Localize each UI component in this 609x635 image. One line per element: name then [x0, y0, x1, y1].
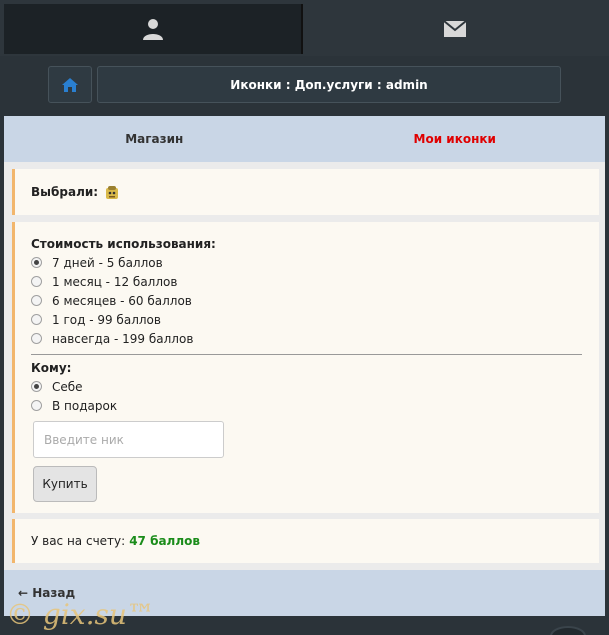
radio-button[interactable]	[31, 314, 42, 325]
purchase-form: Стоимость использования: 7 дней - 5 балл…	[12, 222, 599, 513]
account-block: У вас на счету: 47 баллов	[12, 519, 599, 563]
radio-button[interactable]	[31, 257, 42, 268]
nick-input[interactable]	[33, 421, 224, 458]
scroll-top-button[interactable]	[550, 626, 586, 635]
radio-button[interactable]	[31, 276, 42, 287]
header-bar: Иконки : Доп.услуги : admin	[0, 56, 609, 116]
home-button[interactable]	[48, 66, 92, 103]
radio-button[interactable]	[31, 295, 42, 306]
recipient-option-self[interactable]: Себе	[31, 377, 599, 396]
home-icon	[62, 77, 78, 92]
top-tabs	[0, 0, 609, 56]
subnav-shop[interactable]: Магазин	[4, 116, 305, 162]
cost-option-7-days[interactable]: 7 дней - 5 баллов	[31, 253, 599, 272]
divider	[31, 354, 582, 355]
user-icon	[142, 19, 163, 40]
recipient-option-gift[interactable]: В подарок	[31, 396, 599, 415]
cost-option-1-year[interactable]: 1 год - 99 баллов	[31, 310, 599, 329]
subnav-my-icons[interactable]: Мои иконки	[305, 116, 606, 162]
chosen-icon	[106, 186, 119, 199]
page-title: Иконки : Доп.услуги : admin	[97, 66, 561, 103]
account-balance: 47 баллов	[129, 534, 200, 548]
cost-option-6-months[interactable]: 6 месяцев - 60 баллов	[31, 291, 599, 310]
tab-profile[interactable]	[4, 4, 303, 54]
tab-messages[interactable]	[305, 4, 605, 54]
buy-button[interactable]: Купить	[33, 466, 97, 502]
mail-icon	[443, 20, 467, 37]
cost-options: 7 дней - 5 баллов 1 месяц - 12 баллов 6 …	[31, 253, 599, 348]
subnav: Магазин Мои иконки	[4, 116, 605, 162]
recipient-label: Кому:	[31, 361, 72, 375]
chosen-block: Выбрали:	[12, 169, 599, 215]
cost-option-1-month[interactable]: 1 месяц - 12 баллов	[31, 272, 599, 291]
account-label: У вас на счету:	[31, 534, 126, 548]
chosen-label: Выбрали:	[31, 185, 99, 199]
main-panel: Магазин Мои иконки Выбрали: Стоимость ис…	[4, 116, 605, 616]
cost-option-forever[interactable]: навсегда - 199 баллов	[31, 329, 599, 348]
radio-button[interactable]	[31, 400, 42, 411]
radio-button[interactable]	[31, 381, 42, 392]
radio-button[interactable]	[31, 333, 42, 344]
cost-label: Стоимость использования:	[31, 237, 216, 251]
watermark: © gix.su™	[6, 598, 155, 631]
